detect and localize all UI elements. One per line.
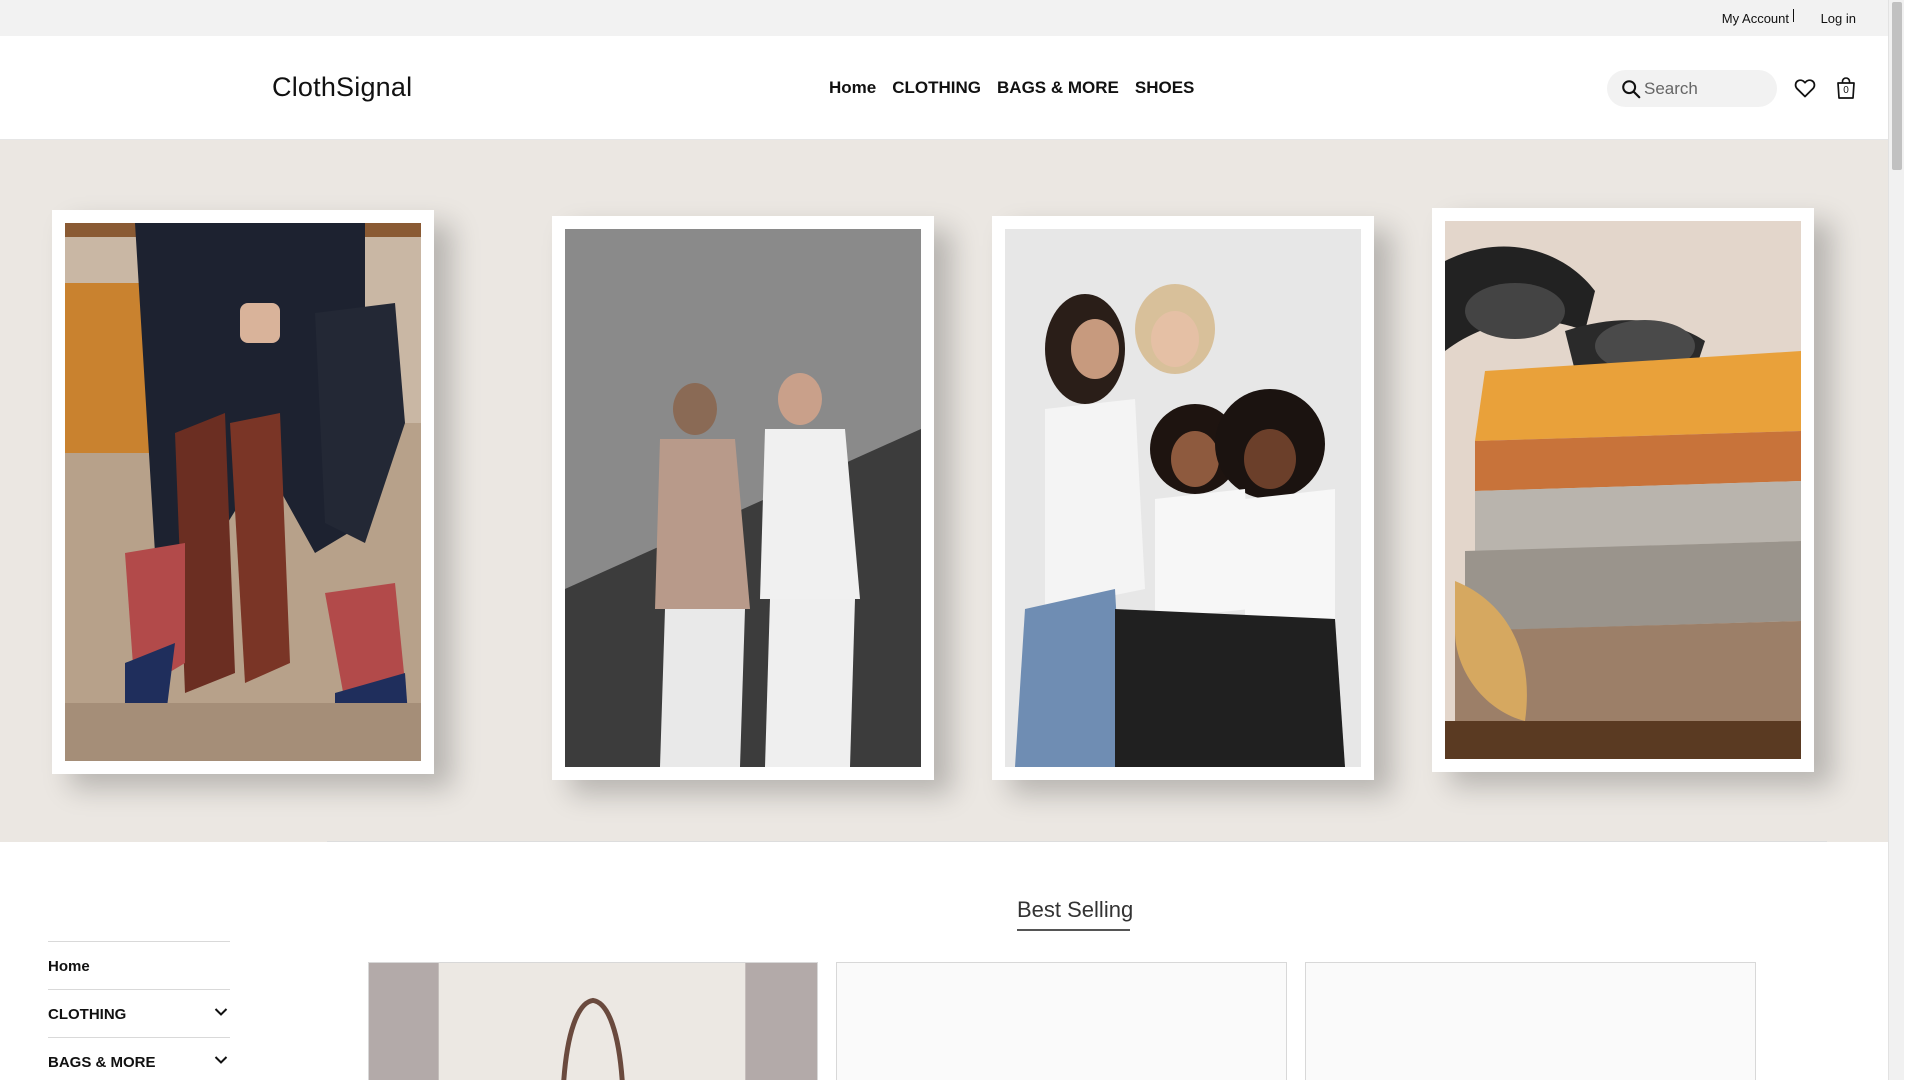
side-menu-item-home[interactable]: Home	[48, 941, 230, 989]
nav-shoes[interactable]: SHOES	[1135, 78, 1195, 98]
utility-bar: My Account Log in	[0, 0, 1904, 36]
search-icon	[1622, 80, 1641, 99]
search-input[interactable]: Search	[1607, 70, 1777, 107]
chevron-down-icon[interactable]	[214, 1007, 228, 1017]
site-logo[interactable]: ClothSignal	[272, 72, 412, 103]
two-models-photo	[565, 229, 921, 767]
four-women-photo	[1005, 229, 1361, 767]
wishlist-heart-icon[interactable]	[1793, 76, 1817, 100]
side-menu-item-bags-more[interactable]: BAGS & MORE	[48, 1037, 230, 1080]
cart-count: 0	[1843, 85, 1849, 96]
product-card[interactable]	[836, 962, 1287, 1080]
product-card[interactable]	[368, 962, 818, 1080]
nav-clothing[interactable]: CLOTHING	[892, 78, 981, 98]
login-link[interactable]: Log in	[1821, 11, 1856, 26]
chevron-down-icon[interactable]	[214, 1055, 228, 1065]
side-menu-label: BAGS & MORE	[48, 1054, 156, 1071]
site-header: ClothSignal Home CLOTHING BAGS & MORE SH…	[0, 36, 1904, 140]
hero-banner	[0, 140, 1904, 842]
side-menu-label: Home	[48, 958, 90, 975]
product-image	[369, 963, 817, 1080]
scrollbar-thumb[interactable]	[1892, 2, 1902, 170]
divider	[1793, 9, 1794, 22]
page-scrollbar[interactable]	[1888, 0, 1904, 1080]
search-placeholder: Search	[1644, 79, 1698, 98]
nav-home[interactable]: Home	[829, 78, 876, 98]
side-menu-label: CLOTHING	[48, 1006, 127, 1023]
side-category-menu: Home CLOTHING BAGS & MORE	[48, 941, 230, 1080]
divider	[327, 841, 1827, 842]
cart-button[interactable]: 0	[1835, 76, 1857, 100]
side-menu-item-clothing[interactable]: CLOTHING	[48, 989, 230, 1037]
hero-photo-card	[52, 210, 434, 774]
sweaters-sunglasses-photo	[1445, 221, 1801, 759]
section-underline	[1017, 929, 1130, 931]
shoes-photo	[65, 223, 421, 761]
main-nav: Home CLOTHING BAGS & MORE SHOES	[829, 78, 1194, 98]
page: My Account Log in ClothSignal Home CLOTH…	[0, 0, 1904, 1080]
hero-photo-card	[992, 216, 1374, 780]
hero-photo-card	[552, 216, 934, 780]
product-card[interactable]	[1305, 962, 1756, 1080]
section-title: Best Selling	[1017, 897, 1134, 922]
my-account-link[interactable]: My Account	[1722, 11, 1789, 26]
hero-photo-card	[1432, 208, 1814, 772]
nav-bags-more[interactable]: BAGS & MORE	[997, 78, 1119, 98]
